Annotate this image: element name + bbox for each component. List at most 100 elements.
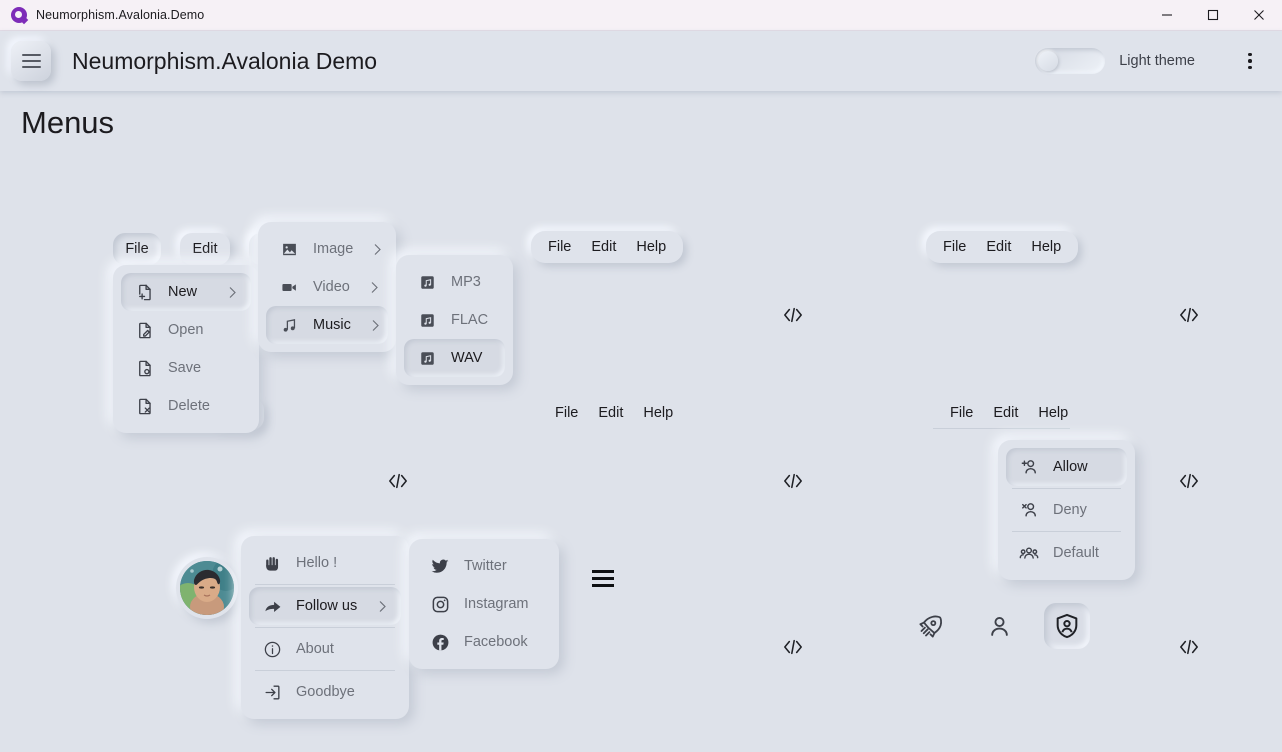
theme-toggle-knob <box>1038 51 1059 71</box>
chevron-right-icon <box>371 242 384 257</box>
menu-item-music-label: Music <box>313 317 351 333</box>
more-vertical-icon[interactable] <box>1230 41 1270 81</box>
menu-item-deny[interactable]: Deny <box>1006 491 1127 529</box>
avatar[interactable] <box>176 557 238 619</box>
person-icon[interactable] <box>976 603 1022 649</box>
page-title: Menus <box>21 105 115 140</box>
menu-item-allow[interactable]: Allow <box>1006 448 1127 486</box>
code-icon-4[interactable] <box>782 471 804 491</box>
chevron-right-icon <box>369 318 382 333</box>
menubar-item-file[interactable]: File <box>940 406 983 421</box>
menu-item-deny-label: Deny <box>1053 502 1087 518</box>
menu-item-delete[interactable]: Delete <box>121 387 251 425</box>
menu-item-open[interactable]: Open <box>121 311 251 349</box>
video-icon <box>278 276 300 298</box>
menu-item-allow-label: Allow <box>1053 459 1088 475</box>
menu-item-image[interactable]: Image <box>266 230 388 268</box>
menubar-item-file[interactable]: File <box>545 406 588 421</box>
code-icon-6[interactable] <box>782 637 804 657</box>
menu-item-wav-label: WAV <box>451 350 483 366</box>
audio-file-icon <box>416 309 438 331</box>
menu-item-wav[interactable]: WAV <box>404 339 505 377</box>
audio-file-icon <box>416 347 438 369</box>
menu-item-twitter[interactable]: Twitter <box>417 547 551 585</box>
menu-separator <box>255 584 395 585</box>
people-icon <box>1018 542 1040 564</box>
file-open-icon <box>133 319 155 341</box>
code-icon-1[interactable] <box>782 305 804 325</box>
menubar-item-edit[interactable]: Edit <box>983 406 1028 421</box>
file-delete-icon <box>133 395 155 417</box>
menu-item-flac[interactable]: FLAC <box>404 301 505 339</box>
app-header: Neumorphism.Avalonia Demo Light theme <box>0 31 1282 91</box>
menu-button-file[interactable]: File <box>113 233 161 265</box>
person-remove-icon <box>1018 499 1040 521</box>
file-save-icon <box>133 357 155 379</box>
menu-item-mp3[interactable]: MP3 <box>404 263 505 301</box>
menu-item-instagram[interactable]: Instagram <box>417 585 551 623</box>
window-titlebar: Neumorphism.Avalonia.Demo <box>0 0 1282 31</box>
image-icon <box>278 238 300 260</box>
social-submenu: Twitter Instagram Facebook <box>409 539 559 669</box>
menubar-item-edit[interactable]: Edit <box>976 240 1021 255</box>
menu-item-facebook[interactable]: Facebook <box>417 623 551 661</box>
menu-item-twitter-label: Twitter <box>464 558 507 574</box>
menubar-item-help[interactable]: Help <box>633 406 683 421</box>
menubar-item-file[interactable]: File <box>538 240 581 255</box>
menubar-item-edit[interactable]: Edit <box>588 406 633 421</box>
menu-item-save[interactable]: Save <box>121 349 251 387</box>
music-note-icon <box>278 314 300 336</box>
menubar-raised-right: File Edit Help <box>926 231 1079 263</box>
menu-item-music[interactable]: Music <box>266 306 388 344</box>
menubar-item-help[interactable]: Help <box>626 240 676 255</box>
code-icon-2[interactable] <box>1178 305 1200 325</box>
menubar-item-help[interactable]: Help <box>1028 406 1078 421</box>
menu-item-hello[interactable]: Hello ! <box>249 544 401 582</box>
menu-separator <box>1012 488 1121 489</box>
menu-item-follow-us[interactable]: Follow us <box>249 587 401 625</box>
chevron-right-icon <box>226 285 239 300</box>
menu-item-default[interactable]: Default <box>1006 534 1127 572</box>
person-add-icon <box>1018 456 1040 478</box>
menu-item-new[interactable]: New <box>121 273 251 311</box>
menu-item-goodbye[interactable]: Goodbye <box>249 673 401 711</box>
menubar-item-edit[interactable]: Edit <box>581 240 626 255</box>
menu-item-video-label: Video <box>313 279 350 295</box>
menu-item-new-label: New <box>168 284 198 300</box>
share-arrow-icon <box>261 595 283 617</box>
menu-item-follow-us-label: Follow us <box>296 598 358 614</box>
minimize-icon[interactable] <box>1144 0 1190 31</box>
menu-button-edit[interactable]: Edit <box>180 233 230 265</box>
menu-item-save-label: Save <box>168 360 202 376</box>
menu-item-about[interactable]: About <box>249 630 401 668</box>
avatar-menu: Hello ! Follow us About Goodbye <box>241 536 409 719</box>
menu-button-edit-label: Edit <box>192 241 218 257</box>
theme-toggle-label: Light theme <box>1119 53 1195 69</box>
menu-item-goodbye-label: Goodbye <box>296 684 355 700</box>
menubar-underline <box>933 428 1070 429</box>
instagram-icon <box>429 593 451 615</box>
code-icon-5[interactable] <box>1178 471 1200 491</box>
hamburger-icon-flat[interactable] <box>592 570 614 587</box>
permission-menu: Allow Deny Default <box>998 440 1135 580</box>
window-title: Neumorphism.Avalonia.Demo <box>36 8 205 22</box>
app-title: Neumorphism.Avalonia Demo <box>72 47 378 74</box>
hamburger-icon[interactable] <box>11 41 51 81</box>
chevron-right-icon <box>376 599 389 614</box>
maximize-icon[interactable] <box>1190 0 1236 31</box>
chevron-right-icon <box>368 280 381 295</box>
rocket-icon[interactable] <box>907 603 953 649</box>
menubar-item-file[interactable]: File <box>933 240 976 255</box>
facebook-icon <box>429 631 451 653</box>
menu-item-video[interactable]: Video <box>266 268 388 306</box>
menubar-item-help[interactable]: Help <box>1021 240 1071 255</box>
code-icon-3[interactable] <box>387 471 409 491</box>
info-circle-icon <box>261 638 283 660</box>
menubar-flat-center: File Edit Help <box>538 397 690 429</box>
theme-toggle[interactable] <box>1035 48 1106 74</box>
file-plus-icon <box>133 281 155 303</box>
menu-separator <box>255 670 395 671</box>
shield-person-icon[interactable] <box>1044 603 1090 649</box>
code-icon-7[interactable] <box>1178 637 1200 657</box>
close-icon[interactable] <box>1236 0 1282 31</box>
